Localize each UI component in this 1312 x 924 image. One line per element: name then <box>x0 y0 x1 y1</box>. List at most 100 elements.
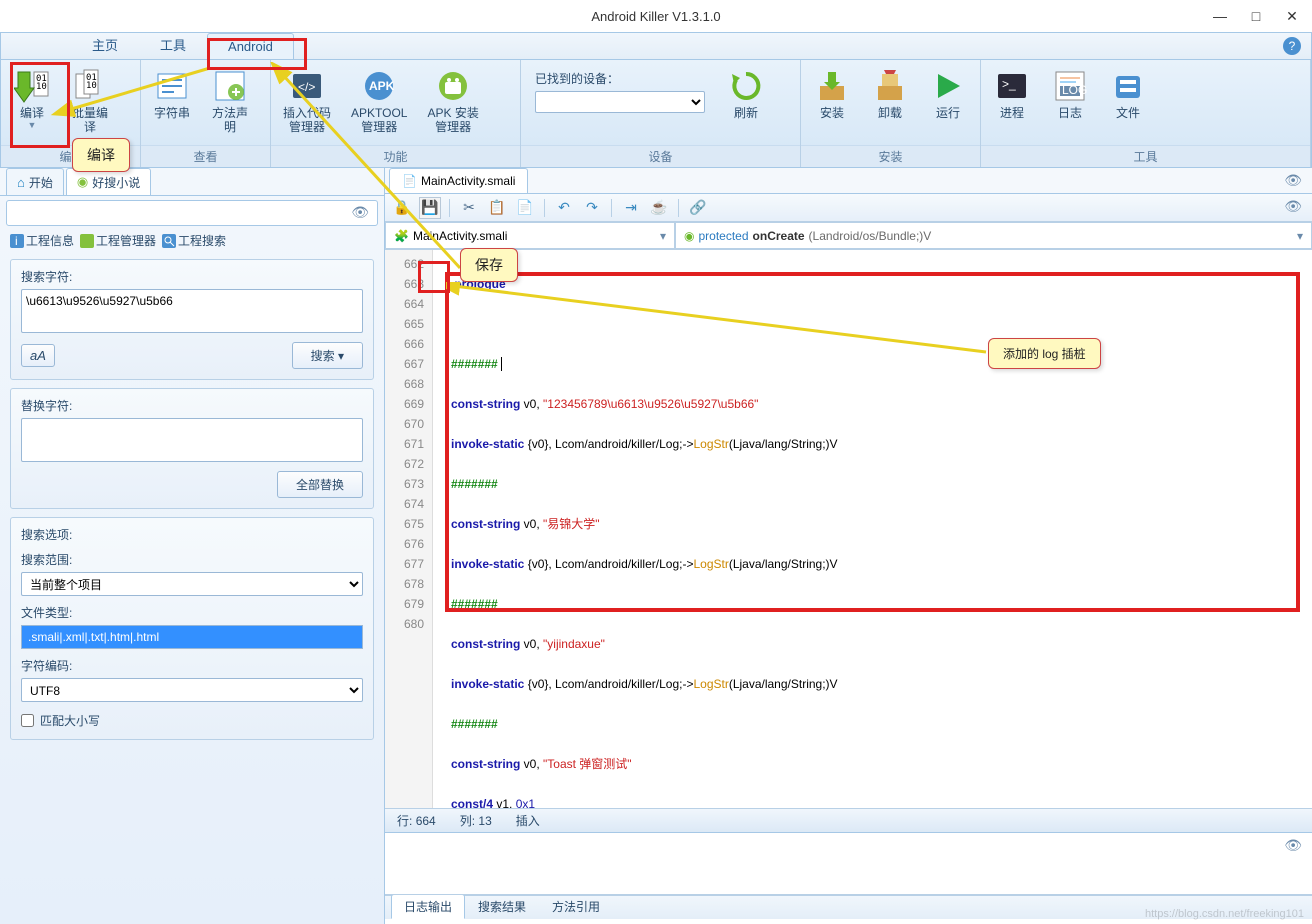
down-arrow-binary-icon: 0110 <box>14 68 50 104</box>
tab-project[interactable]: ◉好搜小说 <box>66 168 151 195</box>
install-button[interactable]: 安装 <box>805 64 859 124</box>
search-small-icon <box>162 234 176 248</box>
cut-icon[interactable]: ✂ <box>458 197 480 219</box>
editor-panel: 📄MainActivity.smali 👁 🔒 💾 ✂ 📋 📄 ↶ ↷ ⇥ ☕ … <box>385 168 1312 924</box>
copy-icon[interactable]: 📋 <box>486 197 508 219</box>
scope-select[interactable]: 当前整个项目 <box>21 572 363 596</box>
device-combo[interactable] <box>535 91 705 113</box>
replace-all-button[interactable]: 全部替换 <box>277 471 363 498</box>
subtab-info[interactable]: i工程信息 <box>10 232 74 249</box>
breadcrumb-method[interactable]: ◉protected onCreate(Landroid/os/Bundle;)… <box>675 222 1312 249</box>
search-options-label: 搜索选项: <box>21 526 363 543</box>
watermark: https://blog.csdn.net/freeking101 <box>1145 908 1304 920</box>
subtab-manager[interactable]: 工程管理器 <box>80 232 156 249</box>
filter-bar[interactable]: 👁 <box>6 200 378 226</box>
ribbon: 0110 编译 ▼ 0110 批量编 译 编... 字符串 方法声 明 <box>0 60 1312 168</box>
search-chars-label: 搜索字符: <box>21 268 363 285</box>
replace-chars-label: 替换字符: <box>21 397 363 414</box>
install-box-icon <box>814 68 850 104</box>
home-icon: ⌂ <box>17 175 25 190</box>
uninstall-button[interactable]: 卸载 <box>863 64 917 124</box>
indent-icon[interactable]: ⇥ <box>620 197 642 219</box>
device-group-label: 设备 <box>521 145 800 167</box>
search-chars-input[interactable]: \u6613\u9526\u5927\u5b66 <box>21 289 363 333</box>
annotation-compile-callout: 编译 <box>72 138 130 172</box>
window-title: Android Killer V1.3.1.0 <box>591 9 720 24</box>
close-button[interactable]: ✕ <box>1280 4 1304 28</box>
string-button[interactable]: 字符串 <box>145 64 199 124</box>
nav-icon[interactable]: 🔗 <box>687 197 709 219</box>
menu-tab-home[interactable]: 主页 <box>71 29 139 59</box>
line-gutter: 6626636646656666676686696706716726736746… <box>385 250 433 808</box>
smali-icon: 🧩 <box>394 229 409 243</box>
output-tab-log[interactable]: 日志输出 <box>391 894 465 919</box>
eye-icon[interactable]: 👁 <box>1284 198 1302 215</box>
output-tab-methods[interactable]: 方法引用 <box>539 894 613 919</box>
search-chars-form: 搜索字符: \u6613\u9526\u5927\u5b66 aA 搜索 ▾ <box>10 259 374 380</box>
refresh-button[interactable]: 刷新 <box>719 64 773 124</box>
paste-icon[interactable]: 📄 <box>514 197 536 219</box>
panel-sub-tabs: i工程信息 工程管理器 工程搜索 <box>0 226 384 255</box>
apktool-icon: APK <box>361 68 397 104</box>
project-tabs: ⌂开始 ◉好搜小说 <box>0 168 384 196</box>
code-content[interactable]: .prologue ####### const-string v0, "1234… <box>433 250 1312 808</box>
tab-start[interactable]: ⌂开始 <box>6 168 64 195</box>
filetype-input[interactable] <box>21 625 363 649</box>
menu-tab-android[interactable]: Android <box>207 33 294 59</box>
match-case-checkbox[interactable] <box>21 714 34 727</box>
save-icon[interactable]: 💾 <box>419 197 441 219</box>
minimize-button[interactable]: — <box>1208 4 1232 28</box>
encoding-select[interactable]: UTF8 <box>21 678 363 702</box>
left-panel: ⌂开始 ◉好搜小说 👁 i工程信息 工程管理器 工程搜索 搜索字符: \u661… <box>0 168 385 924</box>
java-icon[interactable]: ☕ <box>648 197 670 219</box>
svg-text:10: 10 <box>86 81 97 91</box>
log-button[interactable]: LOG 日志 <box>1043 64 1097 124</box>
help-icon[interactable]: ? <box>1283 37 1301 55</box>
batch-binary-icon: 0110 <box>72 68 108 104</box>
file-button[interactable]: 文件 <box>1101 64 1155 124</box>
eye-icon[interactable]: 👁 <box>1284 837 1302 854</box>
lock-icon[interactable]: 🔒 <box>391 197 413 219</box>
log-icon: LOG <box>1052 68 1088 104</box>
undo-icon[interactable]: ↶ <box>553 197 575 219</box>
search-options-form: 搜索选项: 搜索范围: 当前整个项目 文件类型: 字符编码: UTF8 匹配大小… <box>10 517 374 740</box>
compile-button[interactable]: 0110 编译 ▼ <box>5 64 59 134</box>
search-button[interactable]: 搜索 ▾ <box>292 342 363 369</box>
eye-icon: 👁 <box>351 204 369 221</box>
svg-text:</>: </> <box>298 80 315 94</box>
view-group-label: 查看 <box>141 145 270 167</box>
editor-status-bar: 行: 664 列: 13 插入 <box>385 808 1312 832</box>
string-icon <box>154 68 190 104</box>
android-head-icon <box>435 68 471 104</box>
play-icon <box>930 68 966 104</box>
apk-install-manager-button[interactable]: APK 安装 管理器 <box>419 64 486 138</box>
menu-tab-tools[interactable]: 工具 <box>139 29 207 59</box>
apktool-manager-button[interactable]: APK APKTOOL 管理器 <box>343 64 415 138</box>
insert-code-manager-button[interactable]: </> 插入代码 管理器 <box>275 64 339 138</box>
batch-compile-button[interactable]: 0110 批量编 译 <box>63 64 117 138</box>
eye-icon[interactable]: 👁 <box>1284 172 1302 189</box>
font-button[interactable]: aA <box>21 344 55 367</box>
file-icon: 📄 <box>402 174 417 188</box>
editor-tab-mainactivity[interactable]: 📄MainActivity.smali <box>389 168 528 193</box>
editor-toolbar: 🔒 💾 ✂ 📋 📄 ↶ ↷ ⇥ ☕ 🔗 👁 <box>385 194 1312 222</box>
subtab-search[interactable]: 工程搜索 <box>162 232 226 249</box>
output-tab-results[interactable]: 搜索结果 <box>465 894 539 919</box>
install-group-label: 安装 <box>801 145 980 167</box>
process-button[interactable]: >_ 进程 <box>985 64 1039 124</box>
svg-text:10: 10 <box>36 82 47 92</box>
bullet-icon: ◉ <box>684 229 694 243</box>
editor-tabs: 📄MainActivity.smali 👁 <box>385 168 1312 194</box>
method-decl-button[interactable]: 方法声 明 <box>203 64 257 138</box>
redo-icon[interactable]: ↷ <box>581 197 603 219</box>
android-icon: ◉ <box>77 174 88 190</box>
breadcrumb-file[interactable]: 🧩MainActivity.smali▾ <box>385 222 675 249</box>
func-group-label: 功能 <box>271 145 520 167</box>
svg-text:LOG: LOG <box>1062 83 1087 97</box>
maximize-button[interactable]: □ <box>1244 4 1268 28</box>
annotation-log-callout: 添加的 log 插桩 <box>988 338 1101 369</box>
run-button[interactable]: 运行 <box>921 64 975 124</box>
replace-chars-input[interactable] <box>21 418 363 462</box>
encoding-label: 字符编码: <box>21 657 363 674</box>
code-editor[interactable]: 6626636646656666676686696706716726736746… <box>385 250 1312 808</box>
